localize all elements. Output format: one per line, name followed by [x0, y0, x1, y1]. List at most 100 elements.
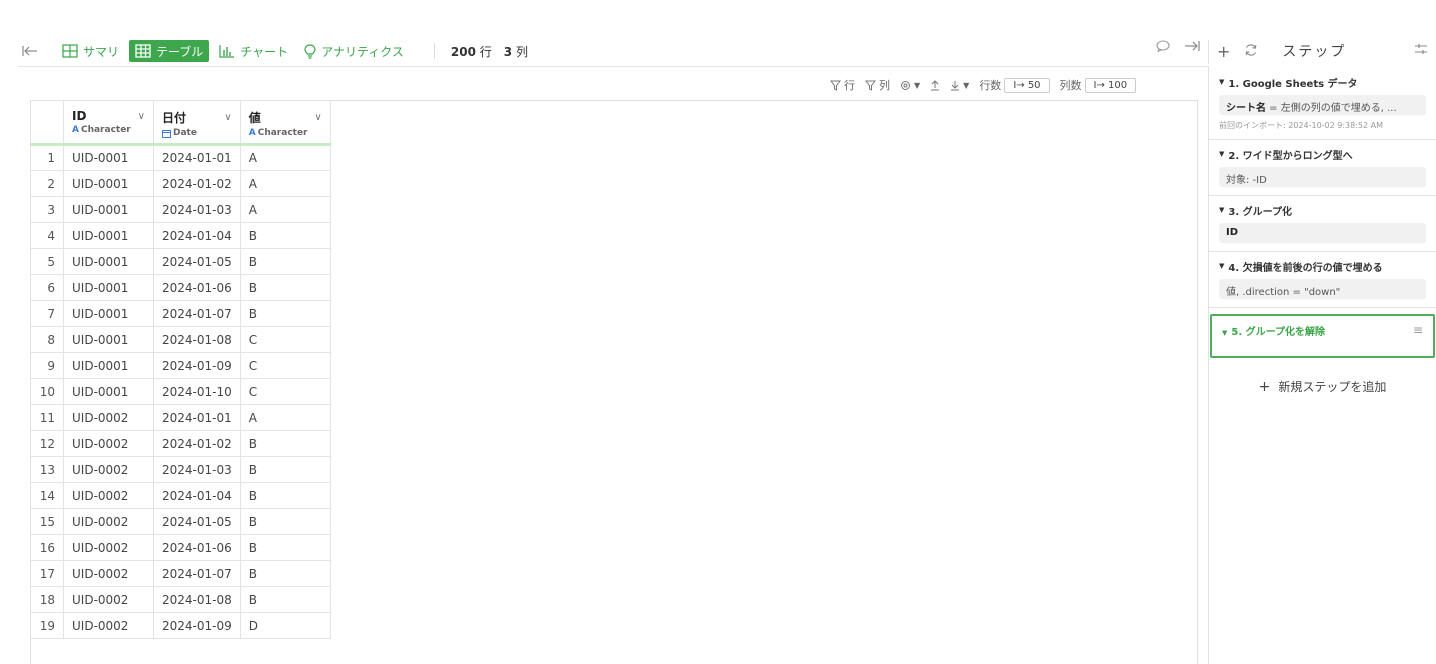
table-cell[interactable]: 2024-01-10	[153, 378, 241, 405]
column-header-id[interactable]: ID ∨ A Character	[63, 100, 154, 146]
collapse-right-icon[interactable]	[1184, 40, 1200, 56]
tab-table[interactable]: テーブル	[129, 40, 210, 62]
table-cell[interactable]: C	[239, 352, 331, 379]
step-item[interactable]: ▼ 3. グループ化 ID	[1209, 196, 1436, 252]
upload-icon[interactable]	[930, 79, 940, 91]
table-cell[interactable]: A	[239, 404, 331, 431]
chevron-down-icon[interactable]: ∨	[224, 112, 231, 123]
table-cell[interactable]: 2024-01-02	[153, 170, 241, 197]
table-cell[interactable]: UID-0001	[63, 196, 154, 223]
table-cell[interactable]: UID-0001	[63, 170, 154, 197]
table-cell[interactable]: C	[239, 326, 331, 353]
table-cell[interactable]: 2024-01-08	[153, 326, 241, 353]
table-row: 14 UID-0002 2024-01-04 B	[30, 482, 331, 509]
table-cell[interactable]: UID-0001	[63, 300, 154, 327]
table-cell[interactable]: 2024-01-07	[153, 560, 241, 587]
tab-summary[interactable]: サマリ	[56, 40, 125, 62]
table-cell[interactable]: 2024-01-08	[153, 586, 241, 613]
table-cell[interactable]: UID-0002	[63, 534, 154, 561]
table-cell[interactable]: B	[239, 456, 331, 483]
settings-dropdown[interactable]: ▼	[900, 80, 920, 91]
table-cell[interactable]: UID-0002	[63, 612, 154, 639]
table-cell[interactable]: UID-0002	[63, 482, 154, 509]
row-number-cell: 2	[30, 170, 64, 197]
step-title: 1. Google Sheets データ	[1228, 78, 1358, 90]
table-cell[interactable]: A	[239, 170, 331, 197]
table-cell[interactable]: UID-0001	[63, 274, 154, 301]
row-filter-button[interactable]: 行	[830, 77, 855, 93]
add-new-step-button[interactable]: + 新規ステップを追加	[1209, 378, 1436, 395]
step-item[interactable]: ▼ 1. Google Sheets データ シート名 = 左側の列の値で埋める,…	[1209, 68, 1436, 140]
table-cell[interactable]: UID-0002	[63, 586, 154, 613]
table-cell[interactable]: UID-0002	[63, 560, 154, 587]
table-cell[interactable]: 2024-01-09	[153, 352, 241, 379]
refresh-icon[interactable]	[1244, 43, 1258, 60]
chevron-down-icon[interactable]: ∨	[138, 111, 145, 122]
rows-limit-input[interactable]: I→ 50	[1004, 77, 1050, 93]
table-row: 2 UID-0001 2024-01-02 A	[30, 170, 331, 197]
caret-down-icon: ▼	[1219, 262, 1225, 270]
row-filter-label: 行	[844, 79, 855, 92]
column-type-label: Date	[173, 128, 197, 138]
character-type-icon: A	[248, 128, 256, 138]
tab-analytics[interactable]: アナリティクス	[298, 40, 410, 62]
menu-icon[interactable]: ≡	[1413, 323, 1423, 337]
table-row: 13 UID-0002 2024-01-03 B	[30, 456, 331, 483]
table-cell[interactable]: 2024-01-03	[153, 456, 241, 483]
step-parameters: 値, .direction = "down"	[1219, 279, 1426, 299]
table-cell[interactable]: UID-0001	[63, 222, 154, 249]
table-cell[interactable]: B	[239, 586, 331, 613]
table-cell[interactable]: 2024-01-01	[153, 404, 241, 431]
table-header-row: ID ∨ A Character 日付 ∨ Date 値 ∨ A Character	[30, 100, 331, 146]
table-cell[interactable]: UID-0002	[63, 404, 154, 431]
table-cell[interactable]: 2024-01-06	[153, 534, 241, 561]
table-cell[interactable]: 2024-01-04	[153, 482, 241, 509]
table-cell[interactable]: D	[239, 612, 331, 639]
collapse-left-icon[interactable]	[18, 40, 42, 62]
chevron-down-icon[interactable]: ∨	[314, 112, 321, 123]
column-filter-button[interactable]: 列	[865, 77, 890, 93]
table-cell[interactable]: UID-0001	[63, 378, 154, 405]
table-cell[interactable]: UID-0001	[63, 248, 154, 275]
table-cell[interactable]: B	[239, 482, 331, 509]
table-cell[interactable]: A	[239, 196, 331, 223]
columns-limit-input[interactable]: I→ 100	[1084, 77, 1137, 93]
table-cell[interactable]: UID-0001	[63, 326, 154, 353]
table-cell[interactable]: B	[239, 248, 331, 275]
column-header-date[interactable]: 日付 ∨ Date	[153, 100, 241, 146]
comment-icon[interactable]	[1156, 40, 1170, 56]
step-item[interactable]: ▼ 4. 欠損値を前後の行の値で埋める 値, .direction = "down…	[1209, 252, 1436, 308]
table-cell[interactable]: UID-0001	[63, 144, 154, 171]
table-cell[interactable]: 2024-01-01	[153, 144, 241, 171]
table-cell[interactable]: A	[239, 144, 331, 171]
table-cell[interactable]: UID-0002	[63, 508, 154, 535]
table-cell[interactable]: B	[239, 222, 331, 249]
column-header-value[interactable]: 値 ∨ A Character	[239, 100, 331, 146]
step-item[interactable]: ▼ 2. ワイド型からロング型へ 対象: -ID	[1209, 140, 1436, 196]
table-cell[interactable]: 2024-01-05	[153, 248, 241, 275]
table-cell[interactable]: UID-0001	[63, 352, 154, 379]
table-cell[interactable]: 2024-01-05	[153, 508, 241, 535]
step-item-selected[interactable]: ▼ 5. グループ化を解除 ≡	[1210, 314, 1435, 358]
table-cell[interactable]: B	[239, 560, 331, 587]
table-cell[interactable]: B	[239, 300, 331, 327]
table-cell[interactable]: UID-0002	[63, 430, 154, 457]
table-cell[interactable]: C	[239, 378, 331, 405]
table-cell[interactable]: 2024-01-07	[153, 300, 241, 327]
download-dropdown[interactable]: ▼	[950, 80, 969, 91]
table-cell[interactable]: B	[239, 534, 331, 561]
table-cell[interactable]: 2024-01-09	[153, 612, 241, 639]
tab-table-label: テーブル	[156, 44, 204, 59]
table-cell[interactable]: 2024-01-04	[153, 222, 241, 249]
row-count-value: 200	[450, 44, 476, 59]
table-cell[interactable]: 2024-01-03	[153, 196, 241, 223]
table-cell[interactable]: B	[239, 430, 331, 457]
table-cell[interactable]: UID-0002	[63, 456, 154, 483]
table-cell[interactable]: B	[239, 274, 331, 301]
tab-chart[interactable]: チャート	[213, 40, 294, 62]
sliders-icon[interactable]	[1414, 43, 1428, 59]
table-cell[interactable]: B	[239, 508, 331, 535]
table-cell[interactable]: 2024-01-02	[153, 430, 241, 457]
table-cell[interactable]: 2024-01-06	[153, 274, 241, 301]
add-step-icon[interactable]: +	[1217, 42, 1230, 61]
